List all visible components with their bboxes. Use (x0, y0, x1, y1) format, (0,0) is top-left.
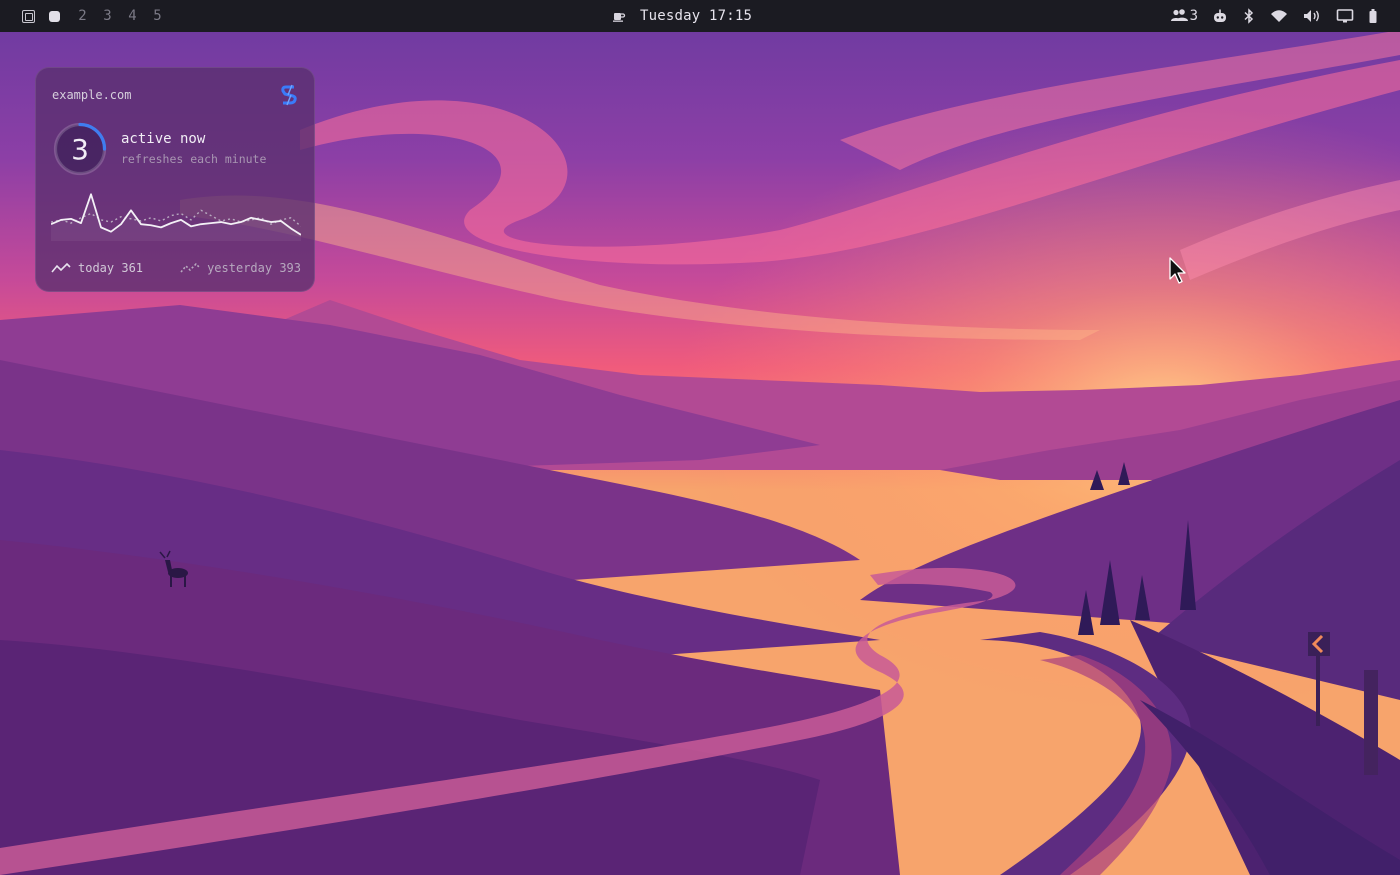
square-filled-icon (48, 10, 60, 22)
bot-icon (1214, 9, 1226, 22)
dotted-trend-icon (180, 262, 200, 273)
workspace-5[interactable]: 5 (145, 0, 170, 32)
window-frame-icon (21, 9, 35, 23)
active-count: 3 (71, 132, 89, 166)
legend-today-text: today 361 (78, 261, 144, 275)
system-tray: 3 (1170, 0, 1378, 32)
users-count: 3 (1189, 8, 1198, 24)
display-icon (1336, 9, 1354, 23)
bluetooth-indicator[interactable] (1242, 8, 1256, 24)
analytics-widget[interactable]: example.com 3 active now refreshes each … (35, 67, 315, 292)
wifi-icon (1271, 10, 1287, 22)
site-domain: example.com (52, 88, 132, 102)
workspace-window-frame[interactable] (19, 0, 37, 32)
legend-today: today 361 (51, 261, 143, 275)
battery-indicator[interactable] (1368, 8, 1378, 24)
line-trend-icon (51, 262, 71, 273)
clock[interactable]: Tuesday 17:15 (612, 0, 752, 32)
s-logo-icon (281, 84, 297, 106)
volume-icon (1304, 10, 1319, 22)
battery-icon (1369, 9, 1377, 23)
workspace-2[interactable]: 2 (70, 0, 95, 32)
bot-indicator[interactable] (1212, 8, 1228, 24)
top-bar: 2 3 4 5 Tuesday 17:15 3 (0, 0, 1400, 32)
legend-yesterday-text: yesterday 393 (207, 261, 301, 275)
chart-legend: today 361 yesterday 393 (51, 261, 301, 277)
coffee-cup-icon (613, 13, 626, 22)
display-indicator[interactable] (1336, 8, 1354, 24)
volume-indicator[interactable] (1302, 8, 1322, 24)
visitors-sparkline (51, 193, 301, 241)
users-indicator[interactable]: 3 (1170, 8, 1198, 24)
workspace-3[interactable]: 3 (95, 0, 120, 32)
active-now-label: active now (121, 131, 206, 147)
users-icon (1170, 9, 1188, 21)
legend-yesterday: yesterday 393 (180, 261, 301, 275)
wifi-indicator[interactable] (1270, 9, 1288, 23)
bluetooth-icon (1244, 8, 1254, 24)
workspace-4[interactable]: 4 (120, 0, 145, 32)
clock-text: Tuesday 17:15 (640, 8, 753, 24)
workspace-switcher: 2 3 4 5 (0, 0, 170, 32)
workspace-current[interactable] (47, 0, 61, 32)
refresh-note: refreshes each minute (121, 152, 267, 166)
mouse-cursor-icon (1169, 257, 1186, 284)
